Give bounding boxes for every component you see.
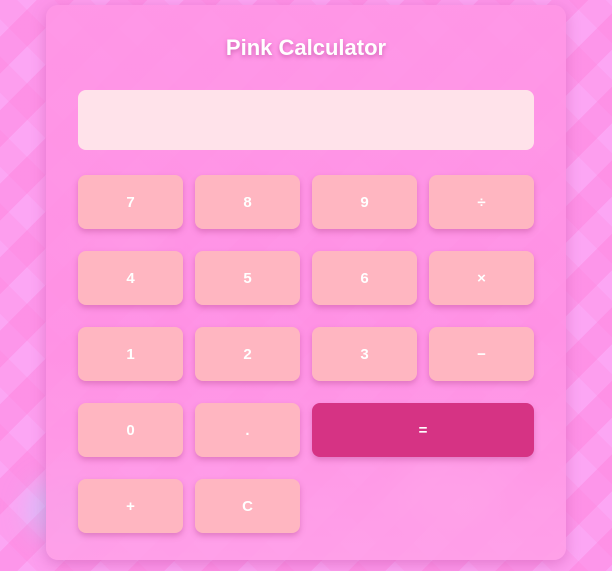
key-4[interactable]: 4 — [78, 251, 183, 305]
calculator-display[interactable] — [78, 90, 534, 150]
key-8[interactable]: 8 — [195, 175, 300, 229]
calculator-title: Pink Calculator — [225, 35, 387, 60]
key-multiply[interactable]: × — [429, 251, 534, 305]
key-7[interactable]: 7 — [78, 175, 183, 229]
key-decimal[interactable]: . — [195, 403, 300, 457]
key-6[interactable]: 6 — [312, 251, 417, 305]
key-divide[interactable]: ÷ — [429, 175, 534, 229]
key-3[interactable]: 3 — [312, 327, 417, 381]
key-0[interactable]: 0 — [78, 403, 183, 457]
key-9[interactable]: 9 — [312, 175, 417, 229]
key-5[interactable]: 5 — [195, 251, 300, 305]
key-add[interactable]: + — [78, 479, 183, 533]
key-subtract[interactable]: − — [429, 327, 534, 381]
key-clear[interactable]: C — [195, 479, 300, 533]
key-2[interactable]: 2 — [195, 327, 300, 381]
key-equals[interactable]: = — [312, 403, 534, 457]
key-1[interactable]: 1 — [78, 327, 183, 381]
calculator-panel: Pink Calculator 7 8 9 ÷ 4 5 6 × 1 2 3 − … — [46, 5, 566, 560]
